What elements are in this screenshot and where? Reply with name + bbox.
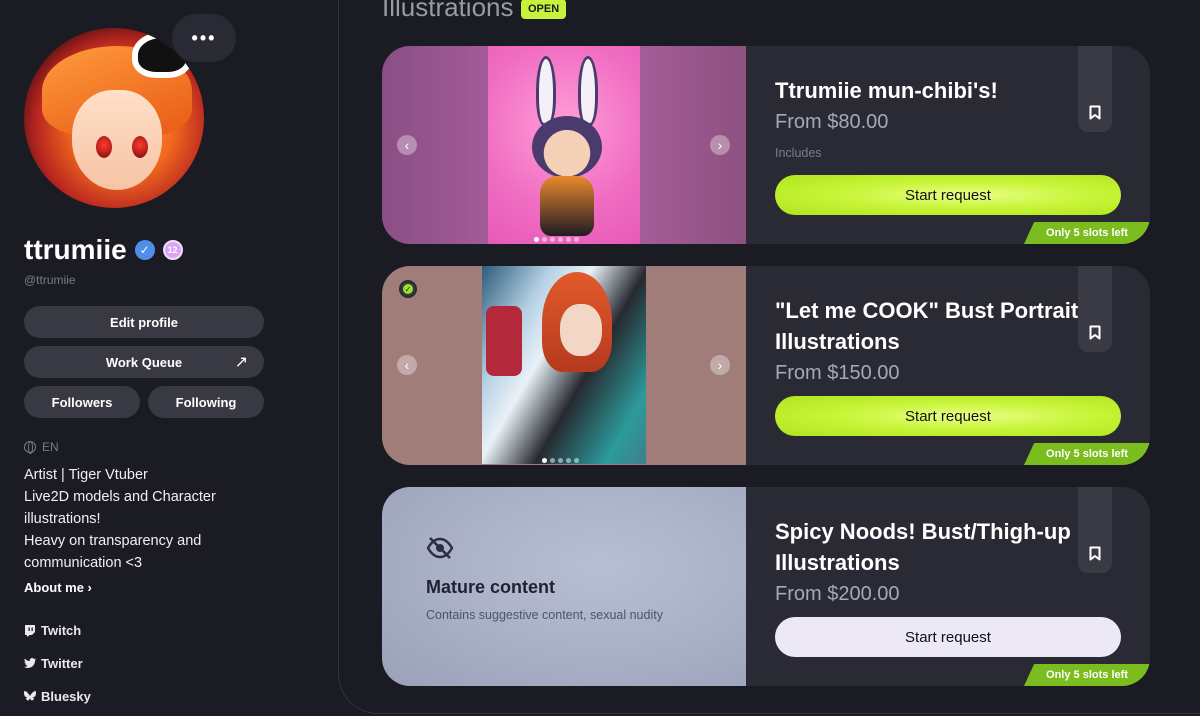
work-queue-label: Work Queue — [105, 354, 183, 370]
status-badge: OPEN — [521, 0, 567, 19]
twitch-icon — [24, 624, 36, 637]
bookmark-icon — [1089, 546, 1101, 561]
bluesky-icon — [24, 691, 36, 703]
bio-line: Live2D models and Character — [24, 489, 216, 505]
level-badge: 12 — [162, 240, 183, 260]
card-price: From $80.00 — [775, 111, 889, 133]
bio-line: Artist | Tiger Vtuber — [24, 467, 148, 483]
bio-line: illustrations! — [24, 511, 101, 527]
card-title: Spicy Noods! Bust/Thigh-up Illustrations — [775, 519, 1071, 575]
card-title: "Let me COOK" Bust Portrait Illustration… — [775, 298, 1079, 354]
username: ttrumiie — [24, 234, 127, 265]
carousel-next-button[interactable]: › — [710, 135, 730, 155]
mature-content-overlay[interactable]: Mature content Contains suggestive conte… — [382, 487, 746, 686]
card-info: "Let me COOK" Bust Portrait Illustration… — [775, 266, 1125, 464]
carousel-prev-button[interactable]: ‹ — [397, 355, 417, 375]
bookmark-icon — [1089, 325, 1101, 340]
followers-label: Followers — [51, 394, 113, 410]
card-title: Ttrumiie mun-chibi's! — [775, 78, 998, 103]
social-link-twitch[interactable]: Twitch — [24, 623, 81, 638]
card-info: Spicy Noods! Bust/Thigh-up Illustrations… — [775, 487, 1125, 685]
twitter-icon — [24, 658, 36, 670]
eye-off-icon — [426, 537, 454, 559]
username-row: ttrumiie ✓ 12 — [24, 234, 183, 266]
external-arrow-icon: ↗ — [234, 354, 248, 371]
slots-left-badge: Only 5 slots left — [1024, 443, 1150, 465]
following-label: Following — [175, 394, 237, 410]
card-image-carousel[interactable]: ‹ › — [382, 46, 746, 244]
globe-icon — [24, 441, 36, 454]
mature-content-subtitle: Contains suggestive content, sexual nudi… — [426, 608, 663, 622]
about-me-link[interactable]: About me › — [24, 580, 92, 595]
slots-left-badge: Only 5 slots left — [1024, 664, 1150, 686]
social-label: Bluesky — [41, 689, 91, 704]
bookmark-button[interactable] — [1078, 266, 1112, 352]
more-options-button[interactable]: ••• — [172, 14, 236, 62]
card-includes-label: Includes — [775, 146, 822, 160]
social-link-twitter[interactable]: Twitter — [24, 656, 83, 671]
followers-button[interactable]: Followers — [24, 386, 140, 418]
language-row: EN — [24, 440, 59, 454]
verified-artwork-icon: ✓ — [399, 280, 417, 298]
verified-icon: ✓ — [134, 240, 155, 260]
edit-profile-label: Edit profile — [110, 314, 178, 330]
commission-card[interactable]: ‹ › Ttrumiie mun-chibi's! From $80.00 In… — [382, 46, 1150, 244]
bio-line: Heavy on transparency and — [24, 533, 202, 549]
bio-line: communication <3 — [24, 555, 143, 571]
avatar-image — [24, 28, 204, 208]
carousel-dots — [542, 458, 579, 463]
social-label: Twitch — [41, 623, 82, 638]
slots-left-badge: Only 5 slots left — [1024, 222, 1150, 244]
section-title: Illustrations — [382, 0, 514, 22]
start-request-button[interactable]: Start request — [775, 396, 1121, 436]
social-label: Twitter — [41, 656, 83, 671]
start-request-button[interactable]: Start request — [775, 617, 1121, 657]
carousel-dots — [534, 237, 579, 242]
bookmark-button[interactable] — [1078, 46, 1112, 132]
card-info: Ttrumiie mun-chibi's! From $80.00 Includ… — [775, 46, 1125, 244]
bookmark-icon — [1089, 105, 1101, 120]
commission-card[interactable]: ✓ ‹ › "Let me COOK" Bust Portrait Illust… — [382, 266, 1150, 465]
bio: Artist | Tiger Vtuber Live2D models and … — [24, 464, 234, 574]
carousel-next-button[interactable]: › — [710, 355, 730, 375]
card-price: From $150.00 — [775, 362, 900, 384]
card-price: From $200.00 — [775, 583, 900, 605]
carousel-prev-button[interactable]: ‹ — [397, 135, 417, 155]
bookmark-button[interactable] — [1078, 487, 1112, 573]
mature-content-title: Mature content — [426, 577, 556, 597]
avatar[interactable] — [24, 28, 204, 208]
work-queue-button[interactable]: Work Queue ↗ — [24, 346, 264, 378]
profile-sidebar: ••• ttrumiie ✓ 12 @ttrumiie Edit profile… — [0, 0, 336, 716]
edit-profile-button[interactable]: Edit profile — [24, 306, 264, 338]
commission-card[interactable]: Mature content Contains suggestive conte… — [382, 487, 1150, 686]
following-button[interactable]: Following — [148, 386, 264, 418]
language-label: EN — [42, 440, 59, 454]
start-request-button[interactable]: Start request — [775, 175, 1121, 215]
user-handle: @ttrumiie — [24, 273, 76, 287]
card-image-carousel[interactable]: ✓ ‹ › — [382, 266, 746, 465]
social-link-bluesky[interactable]: Bluesky — [24, 689, 91, 704]
